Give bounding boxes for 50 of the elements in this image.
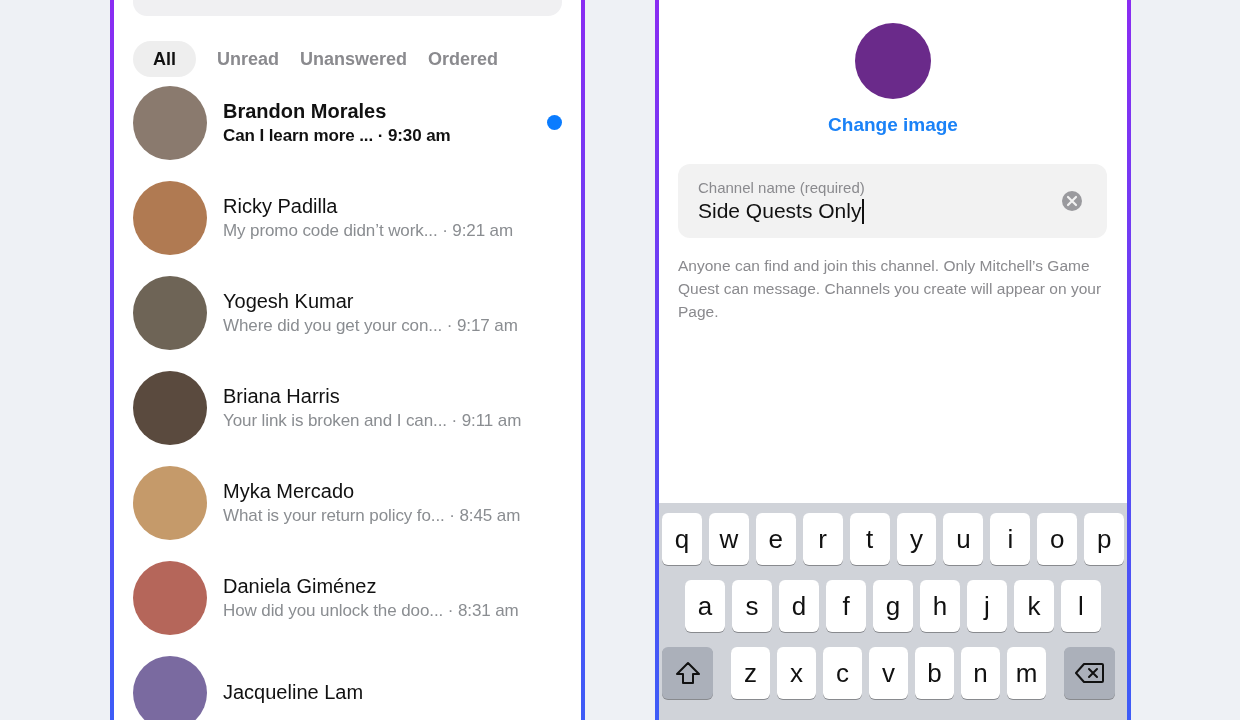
keyboard-key[interactable]: b (915, 647, 954, 699)
keyboard-key[interactable]: z (731, 647, 770, 699)
help-text: Anyone can find and join this channel. Only Mitchell’s Game Quest can message. Channels you create will appear on your Page. (678, 256, 1103, 322)
keyboard-key[interactable]: l (1061, 580, 1101, 632)
keyboard-key[interactable]: o (1037, 513, 1078, 565)
backspace-key[interactable] (1064, 647, 1115, 699)
message-preview: Can I learn more ... · 9:30 am (223, 125, 451, 146)
keyboard-key[interactable]: c (823, 647, 862, 699)
keyboard-key[interactable]: i (990, 513, 1031, 565)
message-preview: Where did you get your con... · 9:17 am (223, 315, 518, 336)
message-preview: My promo code didn’t work... · 9:21 am (223, 220, 514, 241)
contact-name[interactable]: Jacqueline Lam (223, 681, 364, 704)
message-preview: What is your return policy fo... · 8:45 am (223, 505, 521, 526)
keyboard-key[interactable]: n (961, 647, 1000, 699)
field-value: Side Quests Only (698, 199, 862, 223)
change-image-link[interactable]: Change image (828, 114, 958, 136)
keyboard-key[interactable]: e (755, 513, 796, 565)
keyboard-key[interactable]: u (943, 513, 984, 565)
keyboard-key[interactable]: j (967, 580, 1007, 632)
filter-tab[interactable]: All (133, 41, 196, 77)
keyboard-key[interactable]: s (732, 580, 772, 632)
keyboard-key[interactable]: a (685, 580, 725, 632)
field-label: Channel name (required) (698, 178, 865, 196)
contact-name[interactable]: Brandon Morales (223, 99, 387, 123)
keyboard-key[interactable]: h (920, 580, 960, 632)
keyboard-key[interactable]: x (777, 647, 816, 699)
keyboard-key[interactable]: y (896, 513, 937, 565)
contact-name[interactable]: Myka Mercado (223, 479, 355, 503)
message-preview: Your link is broken and I can... · 9:11 am (223, 410, 522, 431)
channel-name-field[interactable]: Channel name (required) Side Quests Only (678, 164, 1107, 238)
keyboard-key[interactable]: m (1007, 647, 1046, 699)
keyboard-key[interactable]: d (779, 580, 819, 632)
contact-name[interactable]: Ricky Padilla (223, 194, 338, 218)
shift-icon (674, 661, 701, 685)
keyboard-key[interactable]: g (873, 580, 913, 632)
keyboard-key[interactable]: k (1014, 580, 1054, 632)
text-cursor (862, 198, 865, 224)
keyboard-key[interactable]: f (826, 580, 866, 632)
keyboard-key[interactable]: t (849, 513, 890, 565)
contact-name[interactable]: Briana Harris (223, 384, 340, 408)
backspace-icon (1074, 662, 1105, 684)
keyboard-key[interactable]: w (708, 513, 749, 565)
keyboard-key[interactable]: r (802, 513, 843, 565)
message-preview: How did you unlock the doo... · 8:31 am (223, 600, 519, 621)
keyboard-key[interactable]: q (662, 513, 702, 565)
keyboard-key[interactable]: p (1084, 513, 1125, 565)
keyboard-key[interactable]: v (869, 647, 908, 699)
contact-name[interactable]: Yogesh Kumar (223, 289, 354, 313)
contact-name[interactable]: Daniela Giménez (223, 574, 377, 598)
shift-key[interactable] (662, 647, 713, 699)
